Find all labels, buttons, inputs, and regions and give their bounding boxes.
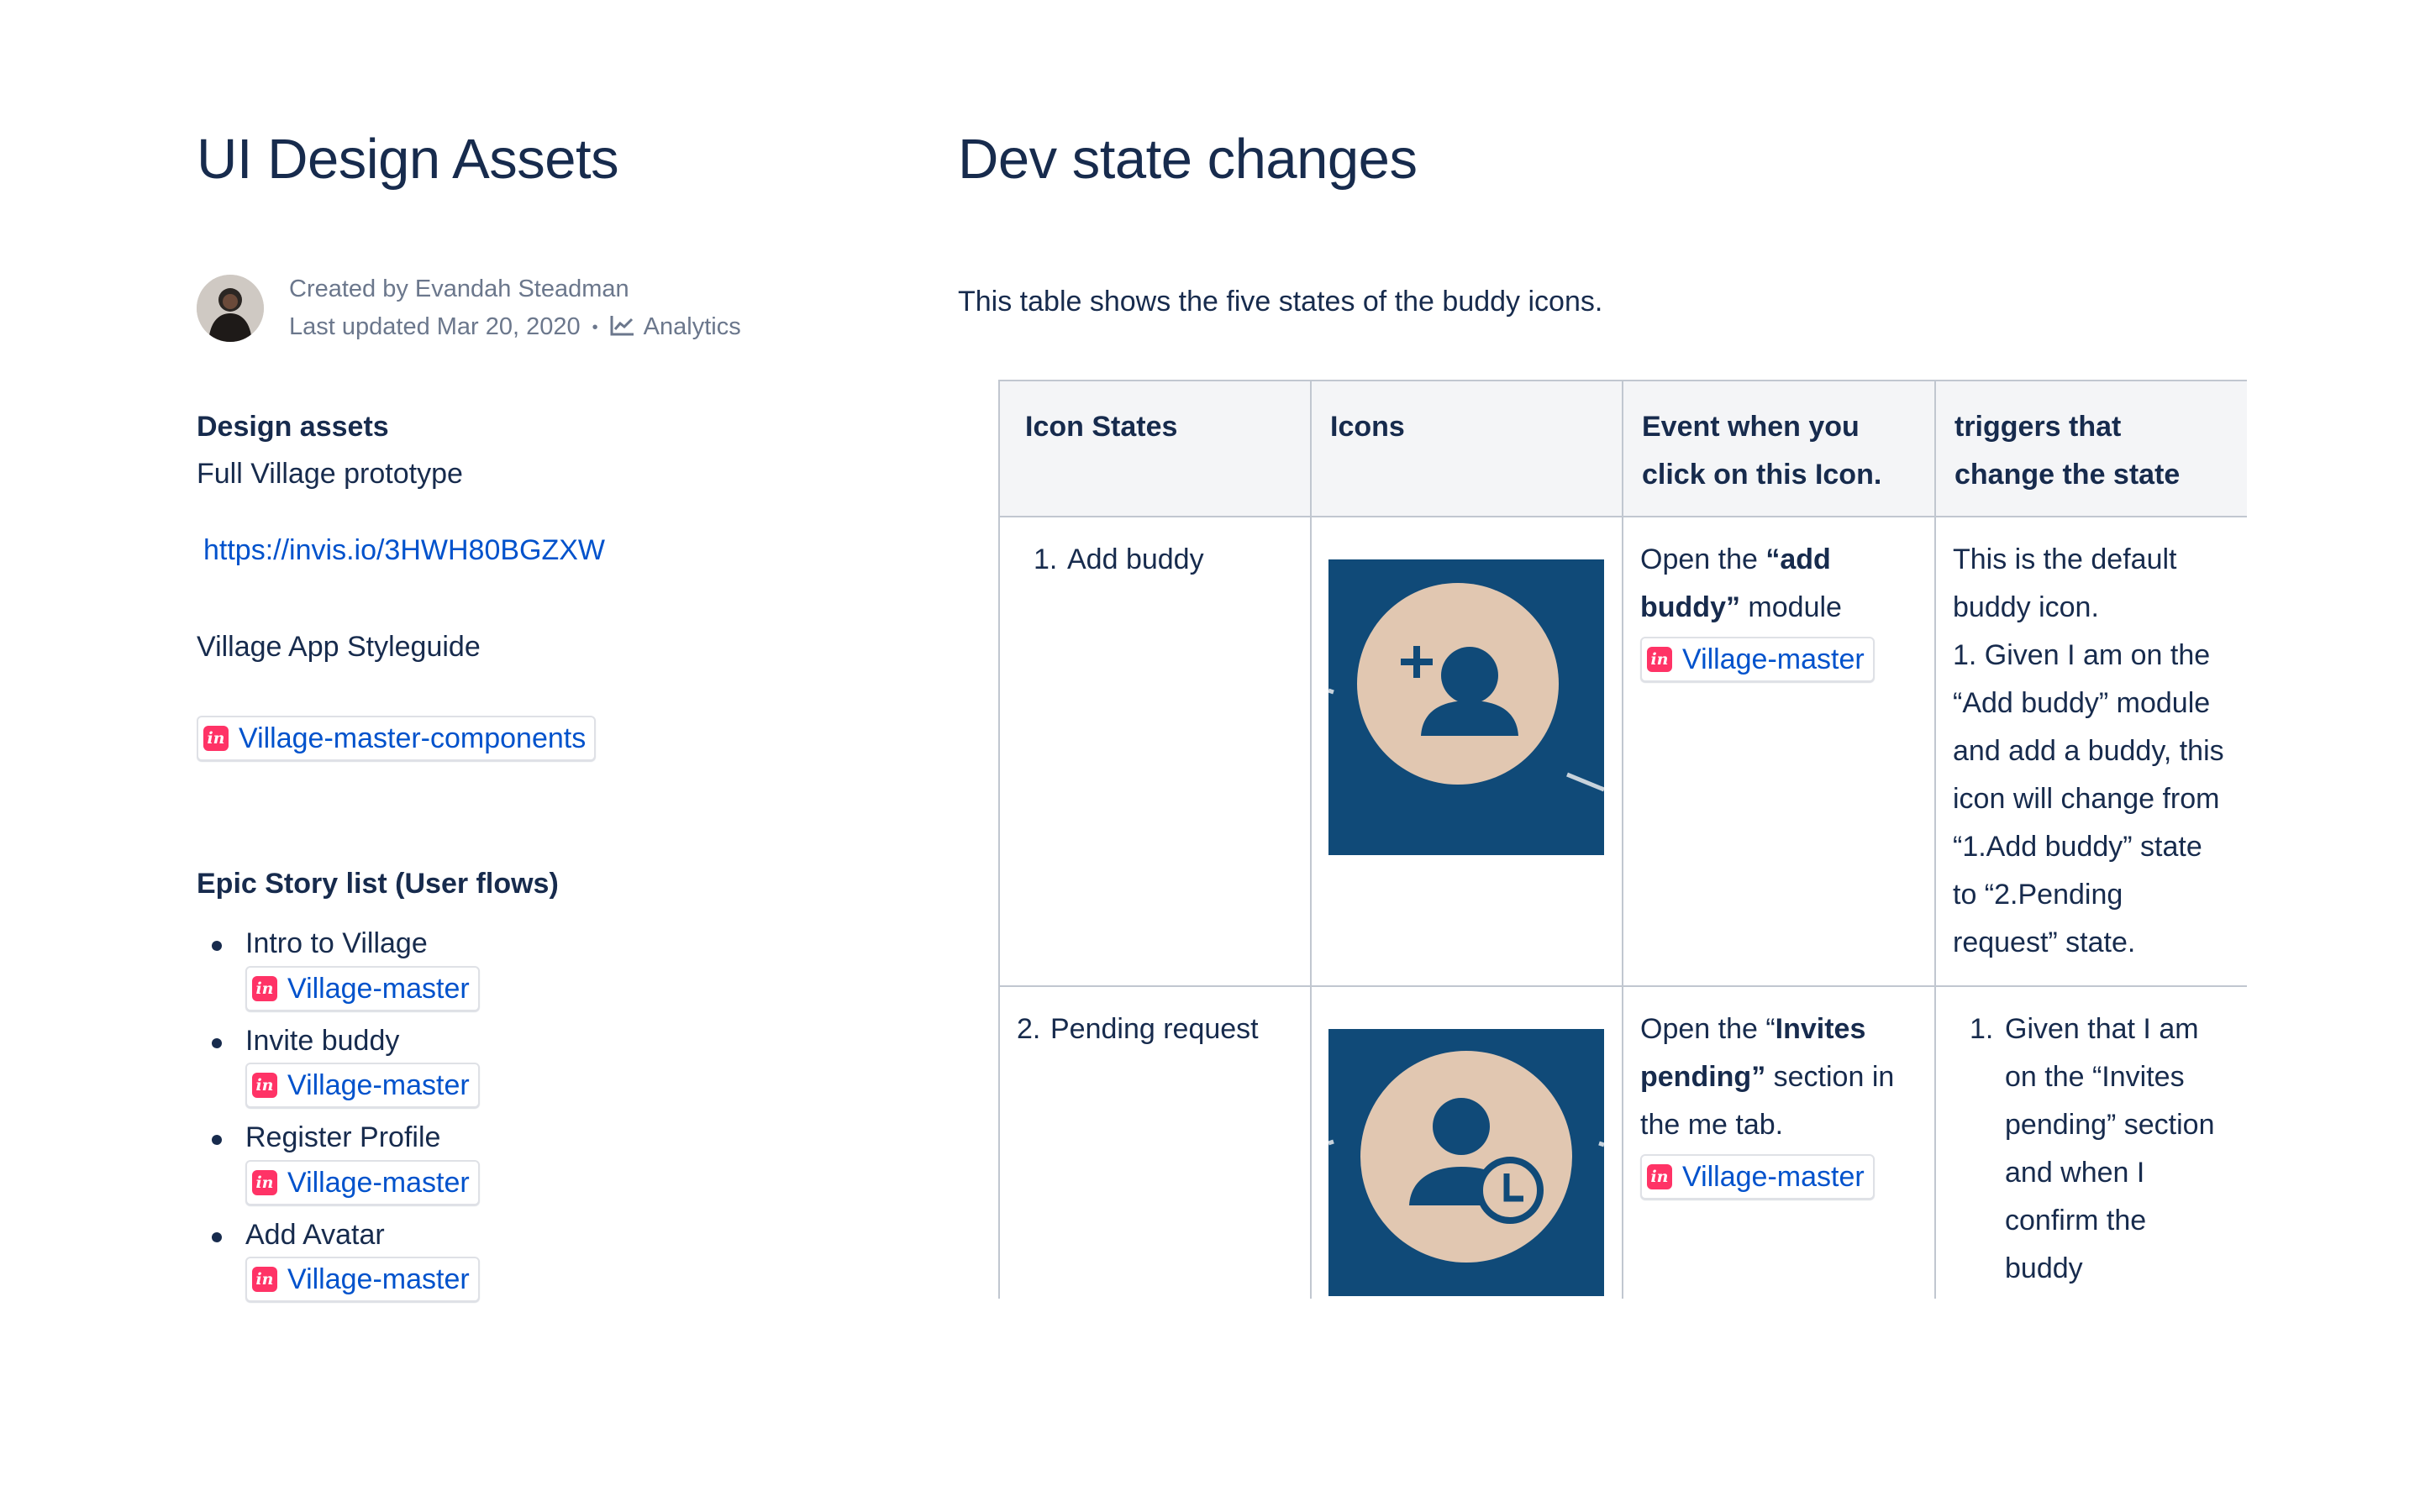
smart-link-label: Village-master	[287, 972, 470, 1005]
invision-icon: in	[203, 726, 229, 751]
icon-cell	[1310, 516, 1623, 987]
components-smart-link[interactable]: in Village-master-components	[197, 716, 597, 761]
column-header: Event when you click on this Icon.	[1622, 380, 1936, 517]
analytics-label: Analytics	[643, 313, 741, 340]
column-header: triggers that change the state	[1934, 380, 2247, 517]
page-sidebar-content: UI Design Assets Created by Evandah Stea…	[197, 126, 869, 1309]
section-title: Dev state changes	[958, 128, 1418, 191]
styleguide-label: Village App Styleguide	[197, 631, 481, 663]
village-master-smart-link[interactable]: in Village-master	[245, 1063, 480, 1109]
table-row: 2. Pending request Open the “Invites pen…	[998, 985, 2247, 1299]
smart-link-label: Village-master	[287, 1263, 470, 1296]
prototype-label: Full Village prototype	[197, 458, 463, 491]
list-item: Intro to Village in Village-master	[197, 924, 480, 1011]
smart-link-label: Village-master-components	[239, 722, 587, 754]
page-title: UI Design Assets	[197, 128, 619, 191]
invision-icon: in	[252, 1169, 277, 1195]
last-updated-text: Last updated Mar 20, 2020	[289, 313, 581, 340]
trigger-detail: Given that I am on the “Invites pending”…	[2005, 1013, 2215, 1284]
state-label: Add buddy	[1067, 543, 1204, 575]
smart-link-label: Village-master	[1682, 1161, 1865, 1193]
add-buddy-icon	[1328, 559, 1604, 855]
design-assets-heading: Design assets	[197, 411, 389, 443]
village-master-smart-link[interactable]: in Village-master	[1640, 1154, 1875, 1200]
trigger-cell: 1. Given that I am on the “Invites pendin…	[1934, 985, 2247, 1299]
last-updated-row: Last updated Mar 20, 2020 • Analytics	[289, 308, 741, 347]
list-item-label: Intro to Village	[245, 927, 428, 959]
icon-cell	[1310, 985, 1623, 1299]
list-item: Register Profile in Village-master	[197, 1118, 480, 1205]
village-master-smart-link[interactable]: in Village-master	[1640, 637, 1875, 682]
list-item: Invite buddy in Village-master	[197, 1021, 480, 1109]
village-master-smart-link[interactable]: in Village-master	[245, 965, 480, 1011]
invision-icon: in	[252, 975, 277, 1001]
invision-icon: in	[252, 1267, 277, 1293]
state-number: 2.	[1017, 1013, 1041, 1045]
trigger-detail: 1. Given I am on the “Add buddy” module …	[1953, 639, 2224, 958]
epic-story-list: Intro to Village in Village-master Invite…	[197, 924, 480, 1309]
main-content: Dev state changes This table shows the f…	[958, 126, 2269, 318]
village-master-smart-link[interactable]: in Village-master	[245, 1159, 480, 1205]
village-master-smart-link[interactable]: in Village-master	[245, 1257, 480, 1303]
column-header: Icons	[1310, 380, 1623, 517]
bullet-icon	[212, 941, 222, 951]
state-table: Icon States Icons Event when you click o…	[998, 380, 2247, 1299]
epic-story-heading: Epic Story list (User flows)	[197, 868, 559, 900]
smart-link-label: Village-master	[287, 1166, 470, 1199]
state-number: 1.	[1034, 543, 1058, 575]
event-text-pre: Open the “	[1640, 1013, 1776, 1045]
list-item-label: Add Avatar	[245, 1218, 385, 1251]
list-item-label: Invite buddy	[245, 1024, 400, 1057]
created-by-text: Created by Evandah Steadman	[289, 276, 629, 302]
state-label: Pending request	[1050, 1013, 1259, 1045]
event-cell: Open the “add buddy” module in Village-ma…	[1622, 516, 1936, 987]
prototype-url-link[interactable]: https://invis.io/3HWH80BGZXW	[203, 534, 605, 567]
event-text: Open the “Invites pending” section in th…	[1640, 1005, 1918, 1149]
state-cell: 1. Add buddy	[998, 516, 1312, 987]
bullet-icon	[212, 1135, 222, 1146]
event-cell: Open the “Invites pending” section in th…	[1622, 985, 1936, 1299]
design-assets-section: Design assets Full Village prototype	[197, 408, 463, 492]
smart-link-label: Village-master	[287, 1069, 470, 1102]
analytics-icon	[610, 316, 634, 336]
smart-link-label: Village-master	[1682, 643, 1865, 675]
table-row: 1. Add buddy Open the “add buddy” module…	[998, 516, 2247, 987]
state-table-container[interactable]: Icon States Icons Event when you click o…	[998, 380, 2247, 1299]
analytics-link[interactable]: Analytics	[610, 313, 741, 340]
list-item-label: Register Profile	[245, 1121, 441, 1154]
trigger-cell: This is the default buddy icon. 1. Given…	[1934, 516, 2247, 987]
state-cell: 2. Pending request	[998, 985, 1312, 1299]
event-text: Open the “add buddy” module	[1640, 536, 1918, 632]
separator-dot: •	[592, 318, 598, 337]
invision-icon: in	[1647, 647, 1672, 672]
bullet-icon	[212, 1231, 222, 1242]
avatar-photo-icon	[197, 275, 264, 343]
event-text-pre: Open the	[1640, 543, 1766, 575]
author-avatar[interactable]	[197, 275, 264, 343]
invision-icon: in	[252, 1073, 277, 1099]
byline-meta: Created by Evandah Steadman Last updated…	[289, 270, 741, 347]
pending-request-icon	[1328, 1029, 1604, 1296]
invision-icon: in	[1647, 1164, 1672, 1189]
table-header-row: Icon States Icons Event when you click o…	[998, 380, 2247, 517]
trigger-intro: This is the default buddy icon.	[1953, 543, 2177, 623]
bullet-icon	[212, 1037, 222, 1048]
event-text-post: module	[1739, 591, 1842, 623]
list-item: Add Avatar in Village-master	[197, 1215, 480, 1303]
column-header: Icon States	[998, 380, 1312, 517]
intro-text: This table shows the five states of the …	[958, 286, 1603, 318]
byline: Created by Evandah Steadman Last updated…	[197, 270, 741, 347]
trigger-number: 1.	[1970, 1013, 1994, 1045]
